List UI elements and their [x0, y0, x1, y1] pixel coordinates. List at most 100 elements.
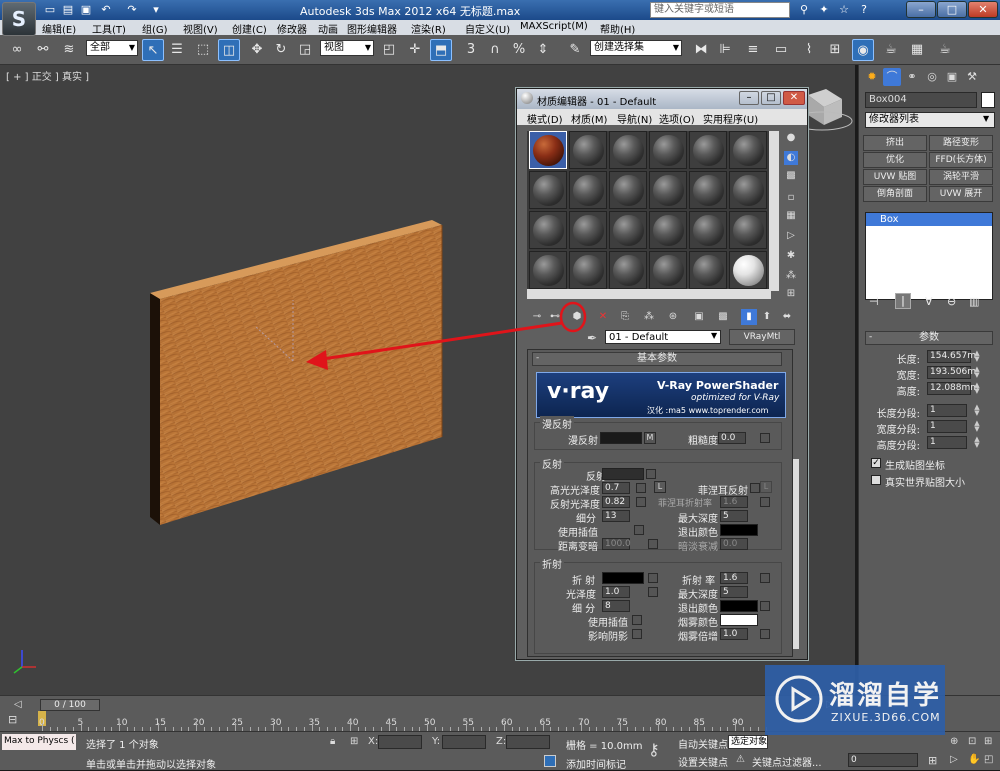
sample-slot-15[interactable]: [609, 211, 647, 249]
go-forward-sibling-icon[interactable]: ⬌: [779, 309, 795, 325]
sample-slot-16[interactable]: [649, 211, 687, 249]
utilities-tab-icon[interactable]: ⚒: [963, 68, 981, 86]
menu-help[interactable]: 帮助(H): [600, 21, 635, 36]
rendered-frame-icon[interactable]: ▦: [906, 39, 928, 61]
pick-material-eyedropper-icon[interactable]: ✒: [587, 331, 597, 345]
menu-views[interactable]: 视图(V): [183, 21, 218, 36]
diffuse-map-button[interactable]: M: [644, 432, 656, 444]
close-button[interactable]: ✕: [968, 1, 998, 18]
ior-map-button[interactable]: [760, 573, 770, 583]
open-file-icon[interactable]: ▤: [60, 2, 76, 18]
add-time-tag-text[interactable]: 添加时间标记: [566, 756, 626, 771]
fresnel-lock-button[interactable]: L: [760, 481, 772, 493]
reflect-color-swatch[interactable]: [602, 468, 644, 480]
bind-space-warp-icon[interactable]: ≋: [58, 39, 80, 61]
sample-slot-8[interactable]: [569, 171, 607, 209]
absolute-mode-icon[interactable]: ⊞: [350, 736, 358, 747]
sample-slot-24[interactable]: [729, 251, 767, 289]
hilight-gloss-map-button[interactable]: [636, 483, 646, 493]
object-name-field[interactable]: Box004: [865, 92, 977, 108]
schematic-view-icon[interactable]: ⊞: [824, 39, 846, 61]
object-color-swatch[interactable]: [981, 92, 995, 108]
zoom-icon[interactable]: ⊕: [950, 736, 958, 747]
make-material-copy-icon[interactable]: ⎘: [617, 309, 633, 325]
refr-gloss-map-button[interactable]: [648, 587, 658, 597]
y-coord-field[interactable]: [442, 735, 486, 749]
move-icon[interactable]: ✥: [246, 39, 268, 61]
set-key-button[interactable]: 设置关键点: [678, 754, 728, 769]
help-icon[interactable]: ?: [856, 2, 872, 18]
edit-named-selections-icon[interactable]: ✎: [564, 39, 586, 61]
angle-snap-icon[interactable]: ∩: [484, 39, 506, 61]
mod-ffd-box-button[interactable]: FFD(长方体): [929, 152, 993, 168]
sample-slot-21[interactable]: [609, 251, 647, 289]
sample-slot-12[interactable]: [729, 171, 767, 209]
select-by-name-icon[interactable]: ☰: [166, 39, 188, 61]
mated-menu-utilities[interactable]: 实用程序(U): [703, 111, 758, 126]
mod-extrude-button[interactable]: 挤出: [863, 135, 927, 151]
select-manipulate-icon[interactable]: ✛: [404, 39, 426, 61]
percent-snap-icon[interactable]: %: [508, 39, 530, 61]
dim-dist-checkbox[interactable]: [648, 539, 658, 549]
sample-slot-5[interactable]: [689, 131, 727, 169]
sample-slot-11[interactable]: [689, 171, 727, 209]
height-spinner[interactable]: ▲ ▼: [973, 382, 981, 395]
minimize-button[interactable]: –: [906, 1, 936, 18]
menu-graph-editors[interactable]: 图形编辑器: [347, 21, 397, 36]
options-icon[interactable]: ✱: [784, 249, 798, 263]
reflect-map-button[interactable]: [646, 469, 656, 479]
menu-animation[interactable]: 动画: [318, 21, 338, 36]
hierarchy-tab-icon[interactable]: ⚭: [903, 68, 921, 86]
selection-filter-dropdown[interactable]: 全部: [86, 40, 138, 56]
modify-tab-icon[interactable]: ⌒: [883, 68, 901, 86]
mated-menu-modes[interactable]: 模式(D): [527, 111, 563, 126]
auto-key-button[interactable]: 自动关键点: [678, 736, 728, 751]
refr-exit-color-swatch[interactable]: [720, 600, 758, 612]
select-by-material-icon[interactable]: ⁂: [784, 269, 798, 283]
window-crossing-icon[interactable]: ◫: [218, 39, 240, 61]
rollout-collapse-icon[interactable]: -: [869, 332, 872, 342]
current-frame-field[interactable]: 0: [848, 753, 918, 767]
named-selection-dropdown[interactable]: 创建选择集: [590, 40, 682, 56]
key-mode-dropdown[interactable]: 选定对象: [728, 735, 768, 749]
stack-item-box[interactable]: Box: [866, 213, 992, 226]
basic-params-rollout-title[interactable]: 基本参数: [532, 352, 782, 366]
height-segs-field[interactable]: 1: [927, 436, 967, 449]
make-unique-material-icon[interactable]: ⁂: [641, 309, 657, 325]
slots-vertical-scrollbar[interactable]: [769, 131, 779, 291]
show-shaded-material-icon[interactable]: ▩: [715, 309, 731, 325]
make-unique-icon[interactable]: ∀: [925, 295, 933, 308]
roughness-field[interactable]: 0.0: [718, 432, 746, 444]
reset-map-icon[interactable]: ✕: [595, 309, 611, 325]
gen-map-coords-checkbox[interactable]: ✓: [871, 458, 881, 468]
basic-params-collapse-icon[interactable]: -: [536, 353, 539, 363]
mated-menu-material[interactable]: 材质(M): [571, 111, 607, 126]
sample-type-icon[interactable]: ●: [784, 131, 798, 145]
real-world-checkbox[interactable]: [871, 475, 881, 485]
wooden-board[interactable]: [160, 225, 442, 525]
refract-color-swatch[interactable]: [602, 572, 644, 584]
material-type-button[interactable]: VRayMtl: [729, 329, 795, 345]
refl-exit-color-swatch[interactable]: [720, 524, 758, 536]
length-spinner[interactable]: ▲ ▼: [973, 350, 981, 363]
mated-maximize-button[interactable]: □: [761, 91, 781, 105]
affect-shadows-checkbox[interactable]: [632, 629, 642, 639]
width-spinner[interactable]: ▲ ▼: [973, 366, 981, 379]
menu-edit[interactable]: 编辑(E): [42, 21, 76, 36]
get-material-icon[interactable]: ⊸: [529, 309, 545, 325]
selection-lock-icon[interactable]: 🔒︎: [330, 736, 335, 747]
graphite-ribbon-icon[interactable]: ▭: [770, 39, 792, 61]
add-time-tag-icon[interactable]: [544, 755, 556, 767]
binoculars-icon[interactable]: ⚲: [796, 2, 812, 18]
menu-rendering[interactable]: 渲染(R): [411, 21, 446, 36]
sample-slot-4[interactable]: [649, 131, 687, 169]
mated-menu-options[interactable]: 选项(O): [659, 111, 695, 126]
star-icon[interactable]: ☆: [836, 2, 852, 18]
hilight-gloss-field[interactable]: 0.7: [602, 482, 630, 494]
sample-slot-13[interactable]: [529, 211, 567, 249]
ior-field[interactable]: 1.6: [720, 572, 748, 584]
key-icon[interactable]: ⚷: [648, 740, 660, 759]
go-to-parent-icon[interactable]: ⬆: [759, 309, 775, 325]
refl-gloss-map-button[interactable]: [636, 497, 646, 507]
sample-slot-6[interactable]: [729, 131, 767, 169]
